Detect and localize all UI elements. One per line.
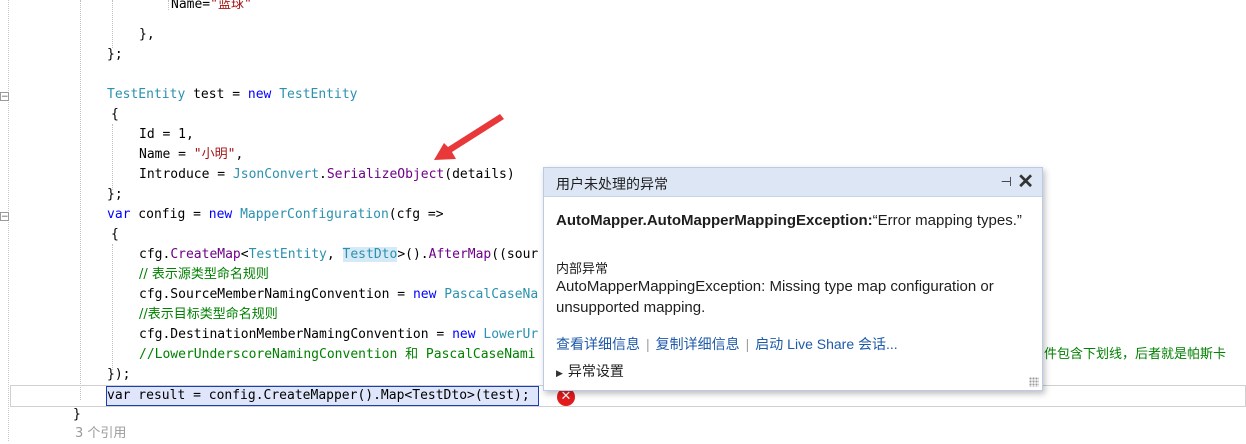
code-comment: // 表示源类型命名规则 (139, 267, 269, 282)
indent-guide (112, 124, 114, 190)
code-line: Name = "小明", (139, 147, 244, 162)
view-details-link[interactable]: 查看详细信息 (556, 336, 640, 352)
annotation-arrow-icon (434, 114, 504, 160)
code-comment-tail: 件包含下划线，后者就是帕斯卡 (1044, 347, 1227, 362)
live-share-link[interactable]: 启动 Live Share 会话... (755, 336, 897, 352)
fold-toggle[interactable]: − (0, 92, 9, 102)
indent-guide (112, 244, 114, 370)
code-line: } (73, 407, 81, 422)
code-line: }; (107, 187, 123, 202)
code-line: cfg.CreateMap<TestEntity, TestDto>().Aft… (139, 247, 539, 262)
fold-toggle[interactable]: − (0, 212, 9, 222)
code-line: var config = new MapperConfiguration(cfg… (107, 207, 444, 222)
code-line: }); (107, 367, 131, 382)
code-line: }, (139, 27, 155, 42)
exception-code-line[interactable]: var result = config.CreateMapper().Map<T… (107, 386, 530, 406)
inner-exception-message: AutoMapperMappingException: Missing type… (556, 278, 994, 316)
exception-popup: 用户未处理的异常 ⊣ ✕ AutoMapper.AutoMapperMappin… (543, 167, 1043, 391)
code-comment: //表示目标类型命名规则 (139, 307, 278, 322)
exception-settings-toggle[interactable]: ▶ 异常设置 (556, 361, 624, 381)
popup-links: 查看详细信息 | 复制详细信息 | 启动 Live Share 会话... (556, 336, 898, 352)
copy-details-link[interactable]: 复制详细信息 (656, 336, 740, 352)
code-comment: //LowerUnderscoreNamingConvention 和 Pasc… (139, 347, 536, 362)
code-line: { (111, 227, 119, 242)
resize-grip-icon[interactable] (1029, 377, 1039, 387)
close-icon[interactable]: ✕ (1017, 169, 1034, 194)
popup-header: 用户未处理的异常 ⊣ ✕ (544, 168, 1042, 197)
code-line: { (111, 107, 119, 122)
indent-guide (80, 0, 82, 400)
code-line: cfg.SourceMemberNamingConvention = new P… (139, 287, 539, 302)
inner-exception-label: 内部异常 (556, 261, 609, 276)
code-line: }; (107, 47, 123, 62)
expand-triangle-icon: ▶ (556, 368, 563, 378)
indent-guide (168, 0, 170, 10)
reference-count-codelens[interactable]: 3 个引用 (75, 424, 126, 444)
code-line: Id = 1, (139, 127, 194, 142)
code-line: cfg.DestinationMemberNamingConvention = … (139, 327, 539, 342)
exception-title: AutoMapper.AutoMapperMappingException:“E… (556, 212, 1022, 229)
code-line: TestEntity test = new TestEntity (107, 87, 358, 102)
code-line: Name="篮球" (171, 0, 252, 12)
indent-guide (112, 0, 114, 48)
popup-title: 用户未处理的异常 (556, 176, 668, 192)
pin-icon[interactable]: ⊣ (1001, 174, 1012, 190)
